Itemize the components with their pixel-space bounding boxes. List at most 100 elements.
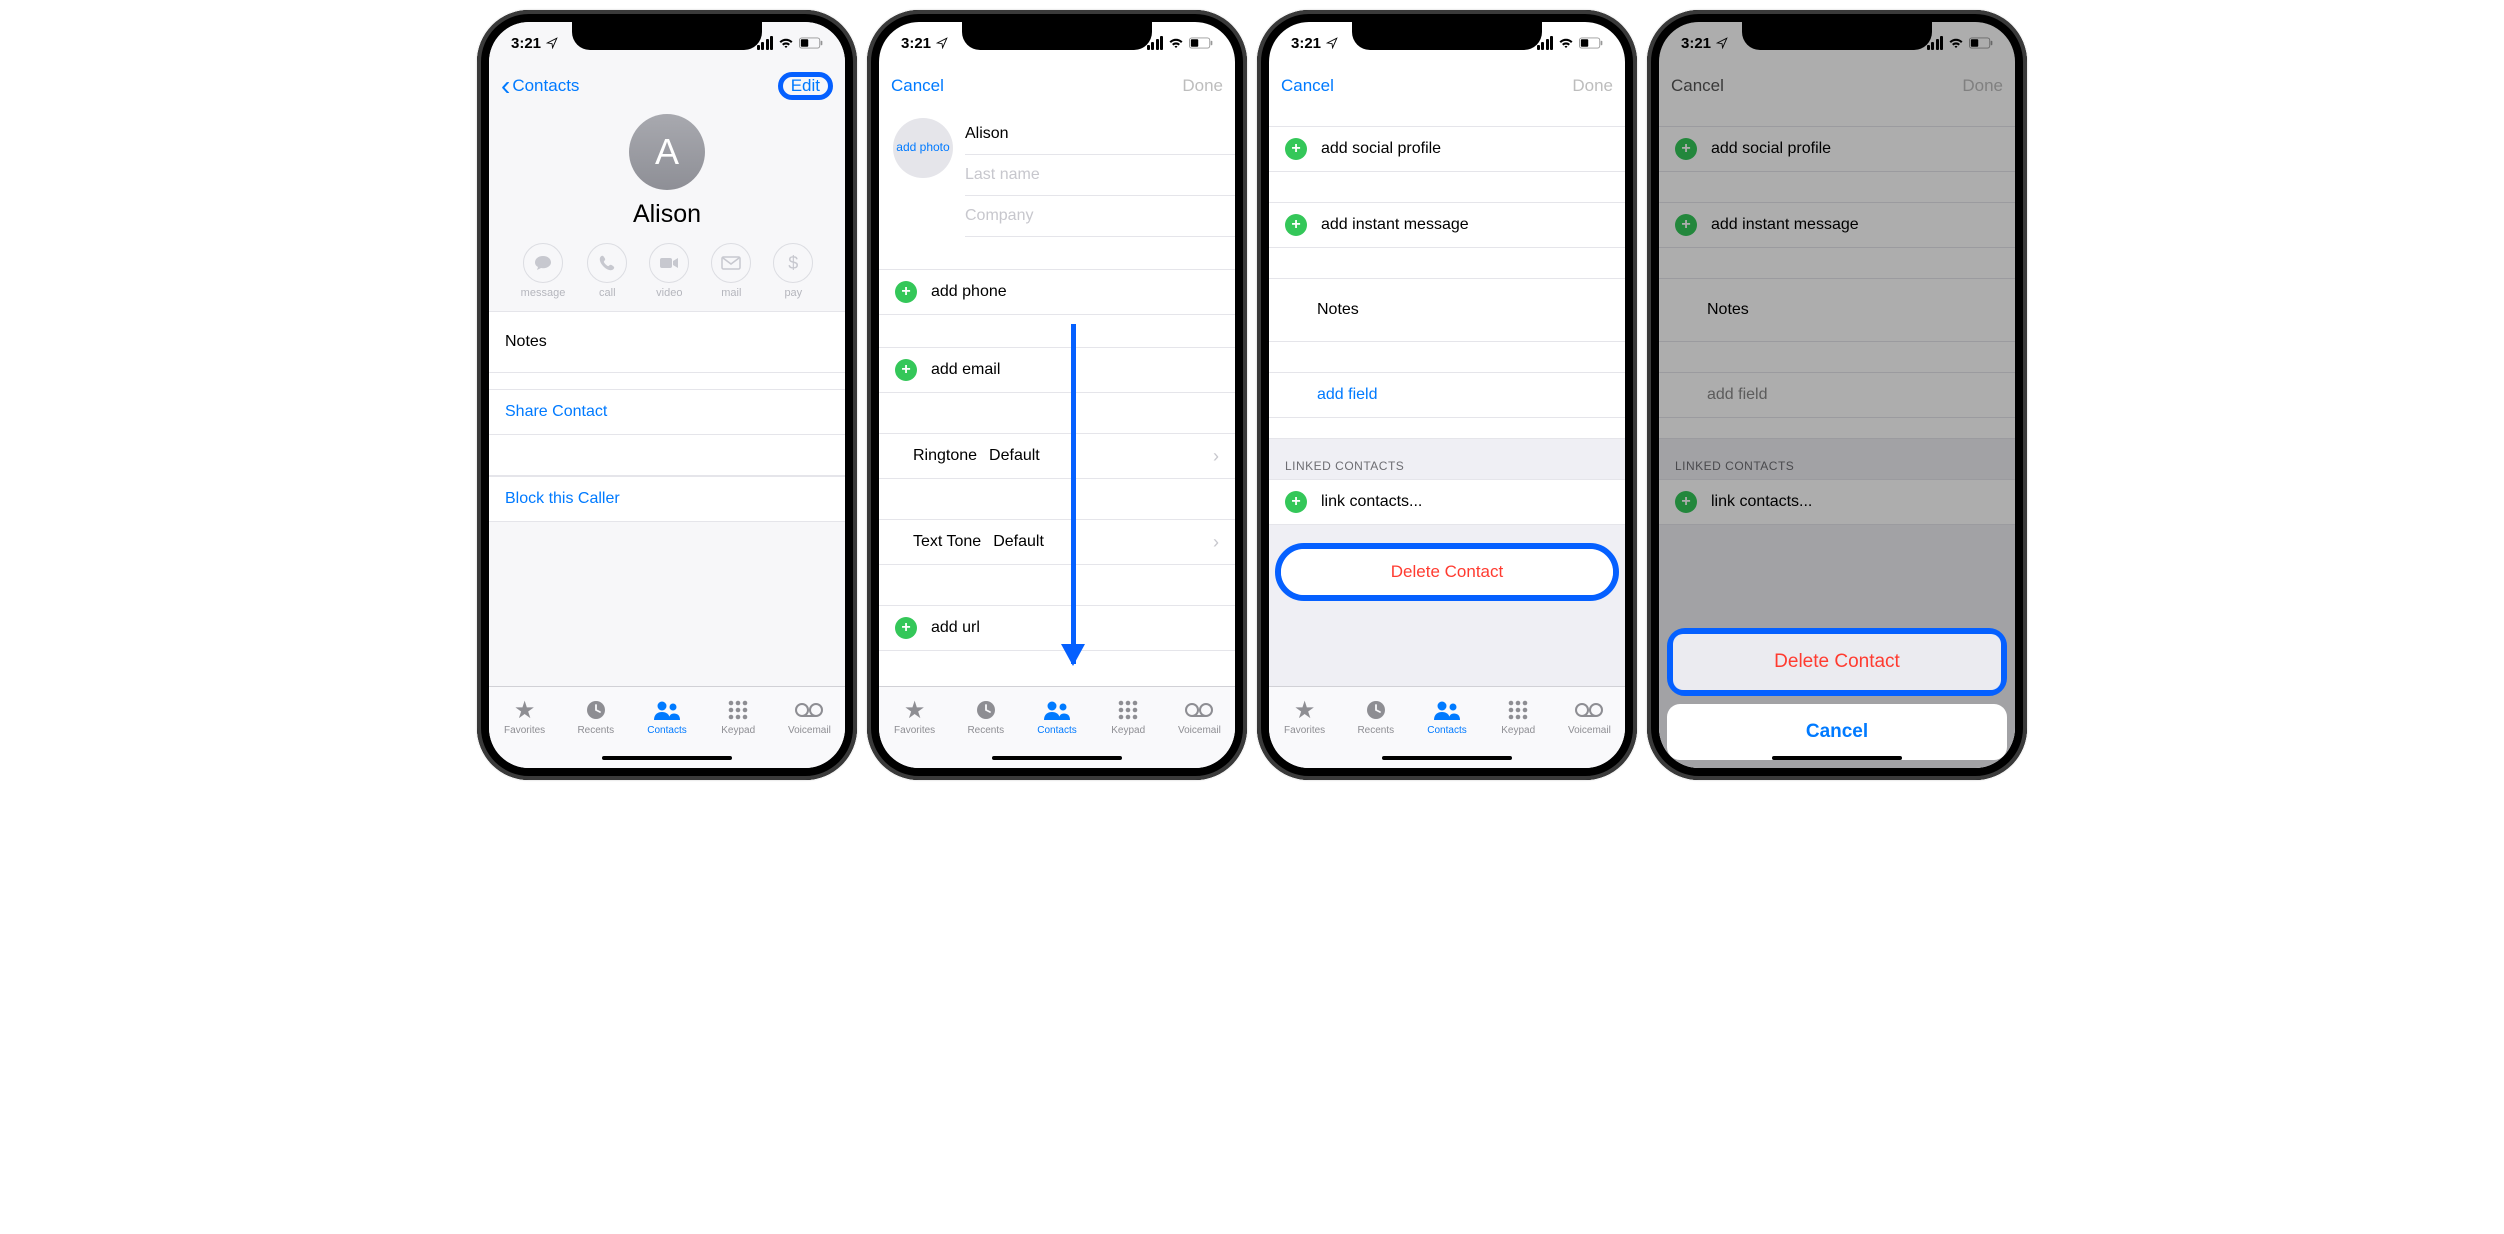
notch bbox=[1352, 22, 1542, 50]
done-button[interactable]: Done bbox=[1572, 76, 1613, 96]
delete-contact-button[interactable]: Delete Contact bbox=[1281, 549, 1613, 595]
add-url-row[interactable]: +add url bbox=[879, 605, 1235, 651]
wifi-icon bbox=[1168, 37, 1184, 49]
clock-icon bbox=[1364, 697, 1388, 723]
home-indicator bbox=[1772, 756, 1902, 761]
video-button[interactable]: video bbox=[649, 243, 689, 299]
message-button[interactable]: message bbox=[521, 243, 566, 299]
voicemail-icon bbox=[1574, 697, 1604, 723]
contact-name: Alison bbox=[633, 200, 701, 229]
message-icon bbox=[533, 253, 553, 273]
tab-contacts[interactable]: Contacts bbox=[1411, 687, 1482, 746]
tab-contacts[interactable]: Contacts bbox=[1021, 687, 1092, 746]
texttone-row[interactable]: Text ToneDefault› bbox=[879, 519, 1235, 565]
contacts-icon bbox=[1433, 697, 1461, 723]
keypad-icon bbox=[727, 697, 749, 723]
plus-icon: + bbox=[895, 359, 917, 381]
avatar: A bbox=[629, 114, 705, 190]
phone-frame-2: 3:21 Cancel Done add photo Alison Last n… bbox=[867, 10, 1247, 780]
tab-favorites[interactable]: ★Favorites bbox=[879, 687, 950, 746]
edit-button[interactable]: Edit bbox=[791, 76, 820, 96]
call-button[interactable]: call bbox=[587, 243, 627, 299]
notes-field[interactable]: Notes bbox=[1269, 278, 1625, 342]
contacts-icon bbox=[1043, 697, 1071, 723]
cancel-button[interactable]: Cancel bbox=[891, 76, 944, 96]
clock-icon bbox=[584, 697, 608, 723]
add-photo-button[interactable]: add photo bbox=[893, 118, 953, 178]
tab-recents[interactable]: Recents bbox=[1340, 687, 1411, 746]
tab-voicemail[interactable]: Voicemail bbox=[1164, 687, 1235, 746]
chevron-right-icon: › bbox=[1213, 532, 1219, 553]
linked-contacts-header: LINKED CONTACTS bbox=[1269, 439, 1625, 479]
tab-voicemail[interactable]: Voicemail bbox=[774, 687, 845, 746]
name-section: add photo Alison Last name Company bbox=[879, 108, 1235, 237]
cancel-button[interactable]: Cancel bbox=[1281, 76, 1334, 96]
add-email-row[interactable]: +add email bbox=[879, 347, 1235, 393]
tab-contacts[interactable]: Contacts bbox=[631, 687, 702, 746]
first-name-field[interactable]: Alison bbox=[965, 114, 1235, 155]
nav-bar: Cancel Done bbox=[879, 64, 1235, 109]
action-sheet: Delete Contact Cancel bbox=[1667, 628, 2007, 760]
phone-frame-4: 3:21 Cancel Done +add social profile +ad… bbox=[1647, 10, 2027, 780]
last-name-field[interactable]: Last name bbox=[965, 155, 1235, 196]
phone-frame-3: 3:21 Cancel Done +add social profile +ad… bbox=[1257, 10, 1637, 780]
tab-recents[interactable]: Recents bbox=[950, 687, 1021, 746]
company-field[interactable]: Company bbox=[965, 196, 1235, 237]
ringtone-row[interactable]: RingtoneDefault› bbox=[879, 433, 1235, 479]
chevron-left-icon: ‹ bbox=[501, 72, 510, 100]
contacts-icon bbox=[653, 697, 681, 723]
location-icon bbox=[1326, 37, 1338, 49]
notes-row: Notes bbox=[489, 312, 845, 373]
nav-bar: ‹ Contacts Edit bbox=[489, 64, 845, 108]
status-time: 3:21 bbox=[511, 35, 541, 52]
phone-frame-1: 3:21 ‹ Contacts Edit A Alison message bbox=[477, 10, 857, 780]
battery-icon bbox=[799, 37, 823, 49]
home-indicator bbox=[1382, 756, 1512, 761]
plus-icon: + bbox=[895, 281, 917, 303]
plus-icon: + bbox=[1285, 138, 1307, 160]
add-social-row[interactable]: +add social profile bbox=[1269, 127, 1625, 172]
wifi-icon bbox=[1558, 37, 1574, 49]
tab-keypad[interactable]: Keypad bbox=[1093, 687, 1164, 746]
notch bbox=[962, 22, 1152, 50]
home-indicator bbox=[992, 756, 1122, 761]
sheet-cancel-button[interactable]: Cancel bbox=[1667, 704, 2007, 760]
home-indicator bbox=[602, 756, 732, 761]
tab-favorites[interactable]: ★Favorites bbox=[1269, 687, 1340, 746]
add-field-row[interactable]: add field bbox=[1269, 372, 1625, 418]
battery-icon bbox=[1189, 37, 1213, 49]
tab-voicemail[interactable]: Voicemail bbox=[1554, 687, 1625, 746]
keypad-icon bbox=[1117, 697, 1139, 723]
sheet-delete-button[interactable]: Delete Contact bbox=[1673, 634, 2001, 690]
keypad-icon bbox=[1507, 697, 1529, 723]
battery-icon bbox=[1579, 37, 1603, 49]
edit-highlight: Edit bbox=[778, 72, 833, 100]
plus-icon: + bbox=[1285, 214, 1307, 236]
block-caller-row[interactable]: Block this Caller bbox=[489, 476, 845, 522]
location-icon bbox=[546, 37, 558, 49]
tab-keypad[interactable]: Keypad bbox=[703, 687, 774, 746]
link-contacts-row[interactable]: +link contacts... bbox=[1269, 479, 1625, 525]
back-button[interactable]: ‹ Contacts bbox=[501, 72, 579, 100]
tab-keypad[interactable]: Keypad bbox=[1483, 687, 1554, 746]
scroll-arrow-annotation bbox=[1071, 324, 1076, 664]
star-icon: ★ bbox=[904, 697, 926, 723]
plus-icon: + bbox=[895, 617, 917, 639]
tab-favorites[interactable]: ★Favorites bbox=[489, 687, 560, 746]
add-im-row[interactable]: +add instant message bbox=[1269, 202, 1625, 248]
dollar-icon: $ bbox=[788, 253, 798, 274]
video-icon bbox=[659, 256, 679, 270]
add-phone-row[interactable]: +add phone bbox=[879, 269, 1235, 315]
share-contact-row[interactable]: Share Contact bbox=[489, 389, 845, 435]
mail-button[interactable]: mail bbox=[711, 243, 751, 299]
back-label: Contacts bbox=[512, 76, 579, 96]
notch bbox=[1742, 22, 1932, 50]
done-button[interactable]: Done bbox=[1182, 76, 1223, 96]
tab-recents[interactable]: Recents bbox=[560, 687, 631, 746]
star-icon: ★ bbox=[1294, 697, 1316, 723]
location-icon bbox=[936, 37, 948, 49]
star-icon: ★ bbox=[514, 697, 536, 723]
pay-button[interactable]: $pay bbox=[773, 243, 813, 299]
mail-icon bbox=[721, 256, 741, 270]
plus-icon: + bbox=[1285, 491, 1307, 513]
